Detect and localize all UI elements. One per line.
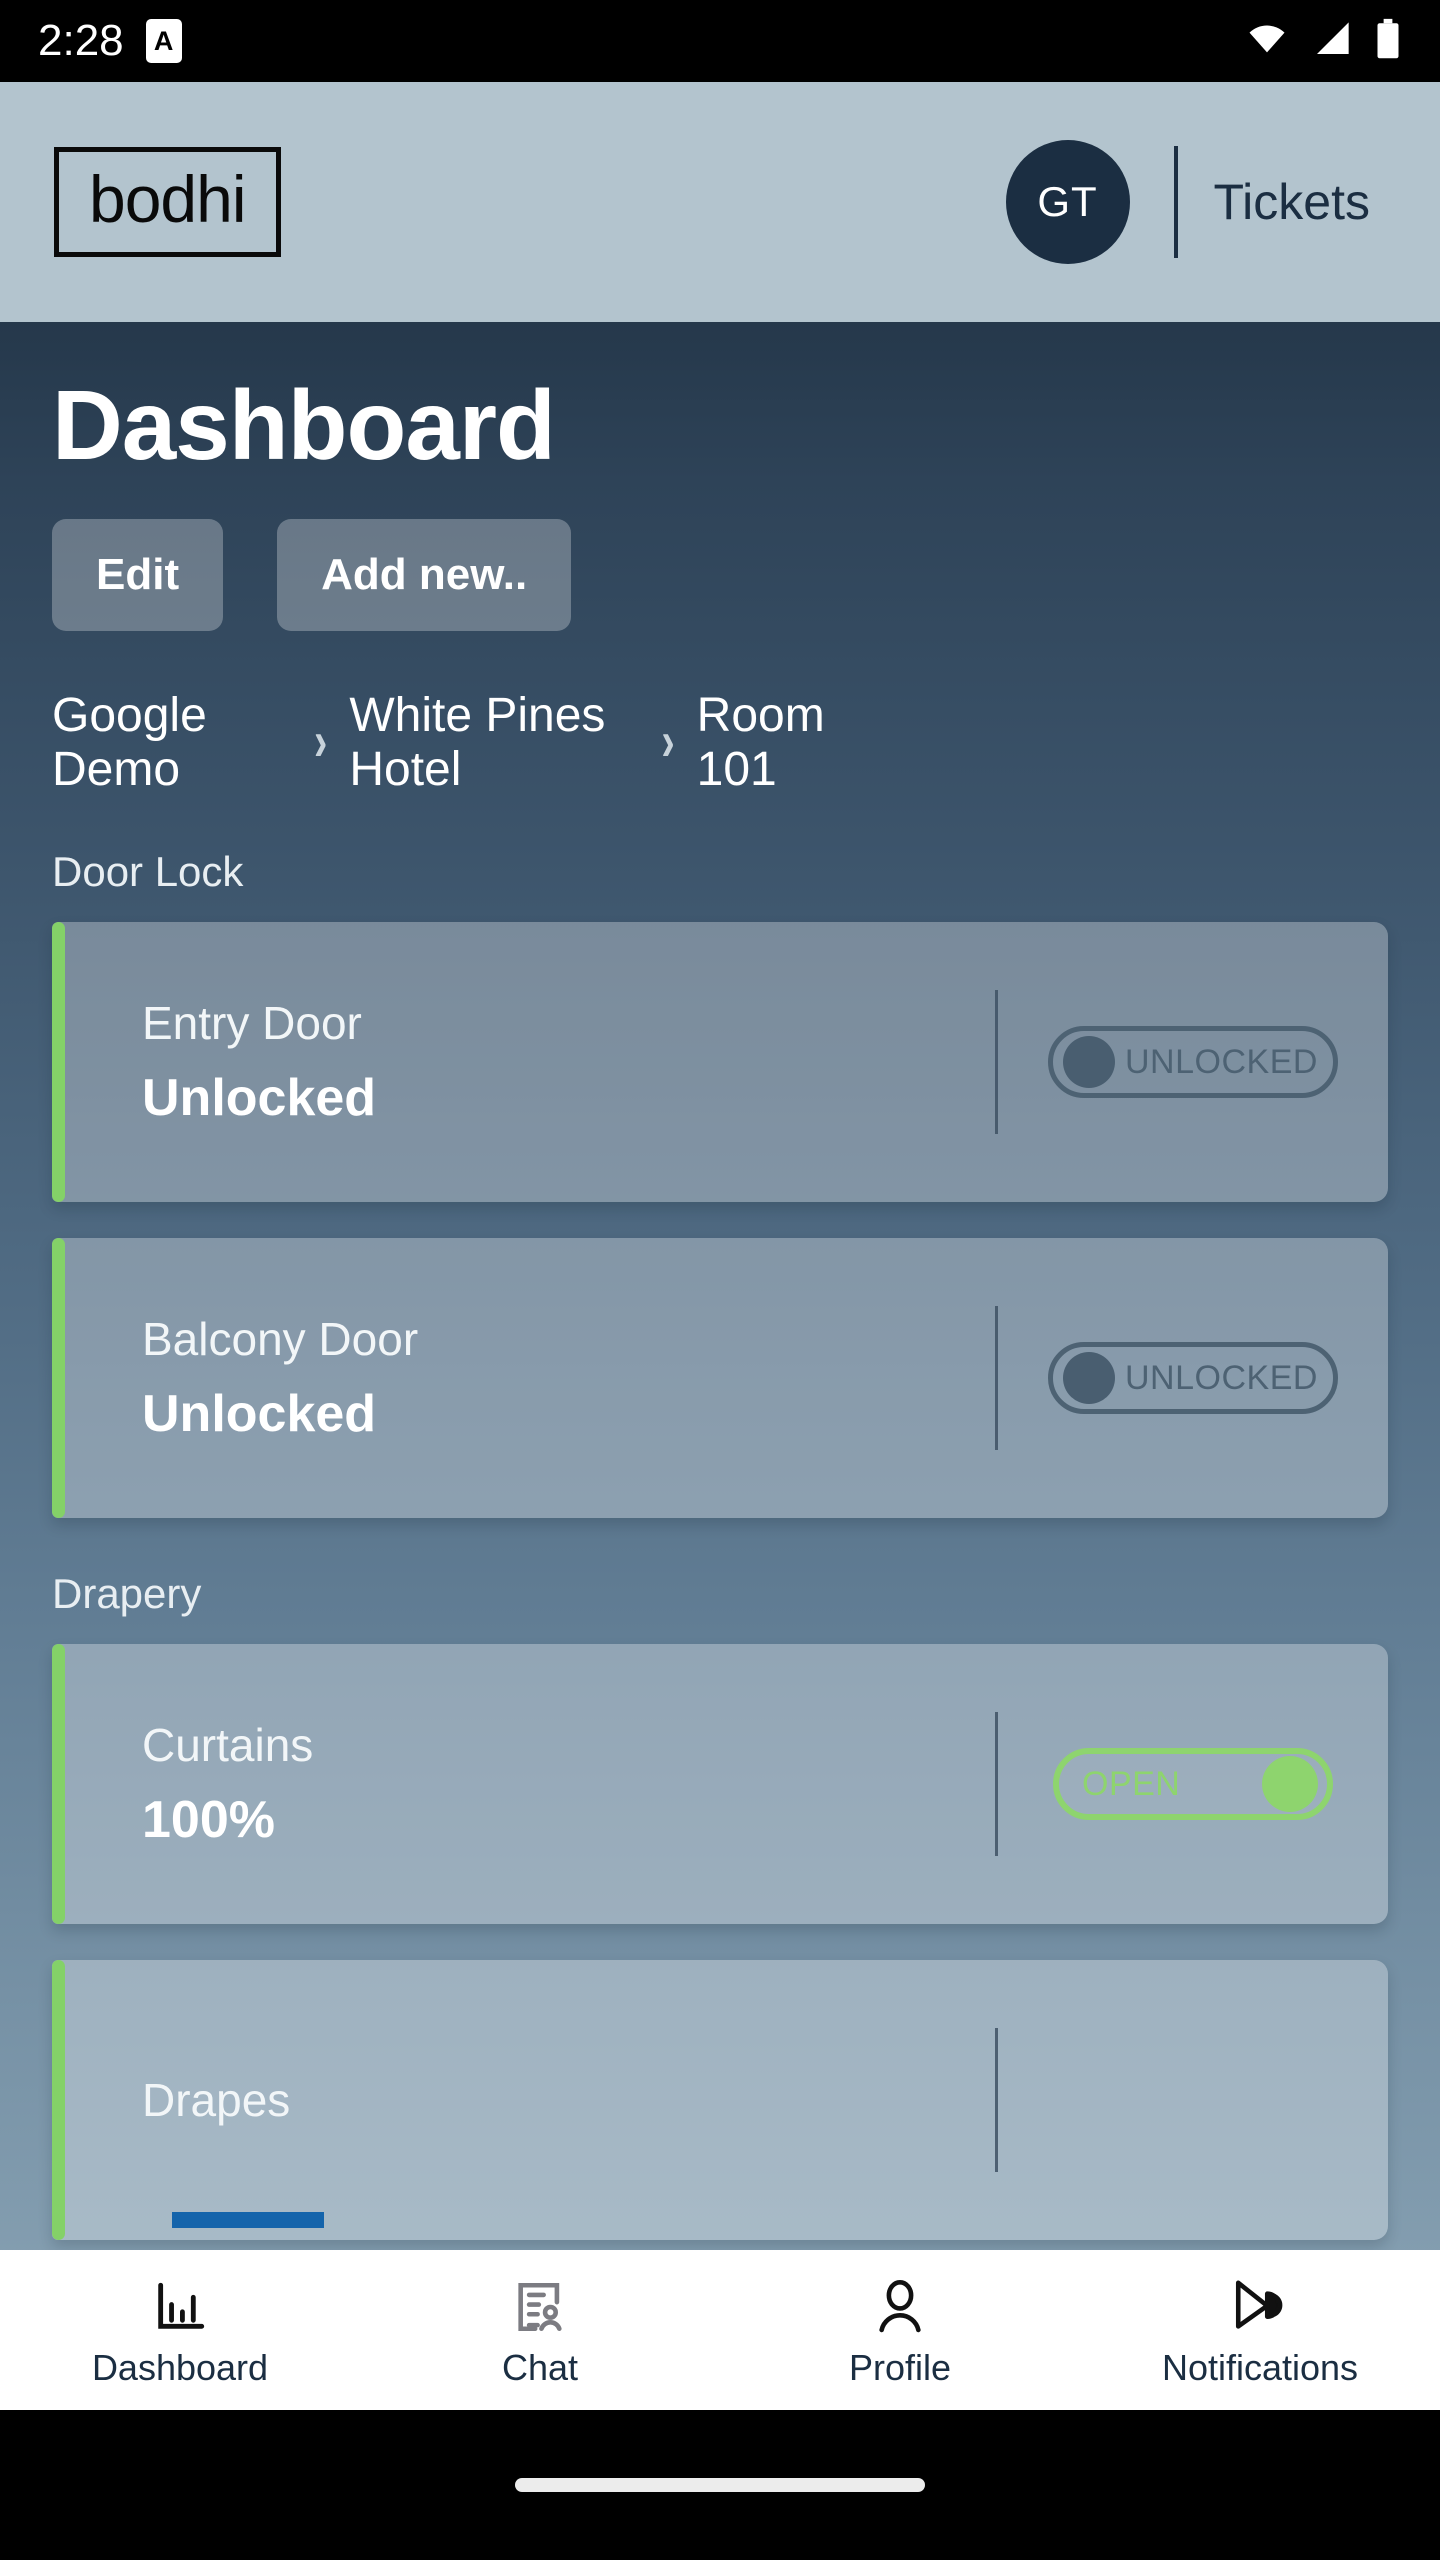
drapery-toggle[interactable]: OPEN <box>1053 1748 1333 1821</box>
device-card-balcony-door[interactable]: Balcony Door Unlocked UNLOCKED <box>52 1238 1388 1519</box>
toggle-knob <box>1063 1036 1115 1089</box>
text-selection-underline <box>172 2212 324 2229</box>
device-control: UNLOCKED <box>998 1026 1388 1099</box>
app-header: bodhi GT Tickets <box>0 82 1440 322</box>
system-gesture-bar <box>0 2410 1440 2560</box>
page-action-buttons: Edit Add new.. <box>0 477 1440 631</box>
device-name: Entry Door <box>142 996 362 1049</box>
nav-label: Notifications <box>1161 2347 1359 2388</box>
nav-item-dashboard[interactable]: Dashboard <box>0 2274 360 2386</box>
chevron-right-icon: › <box>661 711 675 773</box>
avatar[interactable]: GT <box>1005 140 1130 264</box>
device-status: 100% <box>142 1791 275 1850</box>
card-accent-bar <box>52 922 65 1203</box>
section-label-door-lock: Door Lock <box>52 848 244 896</box>
person-icon <box>871 2274 929 2336</box>
add-new-button[interactable]: Add new.. <box>277 518 572 631</box>
app-badge-icon: A <box>145 19 182 63</box>
device-info: Curtains 100% <box>52 1718 995 1850</box>
tickets-link[interactable]: Tickets <box>1214 173 1371 231</box>
phone-screen: 2:28 A bodhi GT Tickets Dashboard Edit A… <box>0 0 1440 2560</box>
logo-text: bodhi <box>89 162 246 236</box>
megaphone-icon <box>1229 2274 1291 2336</box>
card-divider <box>995 1306 998 1451</box>
device-card-entry-door[interactable]: Entry Door Unlocked UNLOCKED <box>52 922 1388 1203</box>
nav-item-chat[interactable]: Chat <box>360 2274 720 2386</box>
card-divider <box>995 990 998 1135</box>
toggle-label: OPEN <box>1082 1764 1181 1803</box>
device-name: Drapes <box>142 2074 291 2127</box>
status-bar-indicators <box>1244 18 1402 65</box>
avatar-initials: GT <box>1037 178 1098 225</box>
breadcrumb: Google Demo › White Pines Hotel › Room 1… <box>0 631 1440 797</box>
nav-item-notifications[interactable]: Notifications <box>1080 2274 1440 2386</box>
bottom-navigation: Dashboard Chat Profile Notifications <box>0 2250 1440 2410</box>
section-label-drapery: Drapery <box>52 1570 202 1618</box>
toggle-knob <box>1262 1756 1318 1813</box>
nav-label: Profile <box>848 2347 952 2388</box>
device-status: Unlocked <box>142 1385 377 1444</box>
bar-chart-icon <box>150 2274 210 2336</box>
toggle-label: UNLOCKED <box>1125 1358 1318 1397</box>
chat-document-person-icon <box>511 2274 569 2336</box>
lock-toggle[interactable]: UNLOCKED <box>1048 1342 1338 1415</box>
battery-icon <box>1374 18 1402 65</box>
home-indicator[interactable] <box>515 2478 925 2492</box>
device-name: Curtains <box>142 1718 314 1771</box>
cellular-signal-icon <box>1310 19 1354 64</box>
edit-button[interactable]: Edit <box>52 518 224 631</box>
nav-item-profile[interactable]: Profile <box>720 2274 1080 2386</box>
toggle-knob <box>1063 1352 1115 1405</box>
card-accent-bar <box>52 1960 65 2241</box>
bodhi-logo[interactable]: bodhi <box>54 147 281 257</box>
card-accent-bar <box>52 1238 65 1519</box>
device-card-drapes[interactable]: Drapes <box>52 1960 1388 2241</box>
header-actions: GT Tickets <box>1005 140 1387 264</box>
breadcrumb-item-room[interactable]: Room 101 <box>697 689 907 797</box>
breadcrumb-item-property[interactable]: White Pines Hotel <box>349 689 639 797</box>
nav-label: Dashboard <box>91 2347 269 2388</box>
device-status: Unlocked <box>142 1069 377 1128</box>
device-name: Balcony Door <box>142 1312 419 1365</box>
device-card-curtains[interactable]: Curtains 100% OPEN <box>52 1644 1388 1925</box>
lock-toggle[interactable]: UNLOCKED <box>1048 1026 1338 1099</box>
page-title: Dashboard <box>52 370 556 480</box>
toggle-label: UNLOCKED <box>1125 1042 1318 1081</box>
main-content: Dashboard Edit Add new.. Google Demo › W… <box>0 322 1440 2314</box>
card-accent-bar <box>52 1644 65 1925</box>
chevron-right-icon: › <box>314 711 328 773</box>
wifi-icon <box>1244 19 1290 64</box>
device-info: Entry Door Unlocked <box>52 996 995 1128</box>
card-divider <box>995 2028 998 2173</box>
device-control: UNLOCKED <box>998 1342 1388 1415</box>
device-info: Drapes <box>52 2075 995 2126</box>
status-bar-clock: 2:28 <box>38 16 124 65</box>
device-control: OPEN <box>998 1748 1388 1821</box>
nav-label: Chat <box>501 2347 579 2388</box>
device-info: Balcony Door Unlocked <box>52 1312 995 1444</box>
breadcrumb-item-organization[interactable]: Google Demo <box>52 689 292 797</box>
header-divider <box>1173 146 1178 258</box>
status-bar: 2:28 A <box>0 0 1440 82</box>
card-divider <box>995 1712 998 1857</box>
